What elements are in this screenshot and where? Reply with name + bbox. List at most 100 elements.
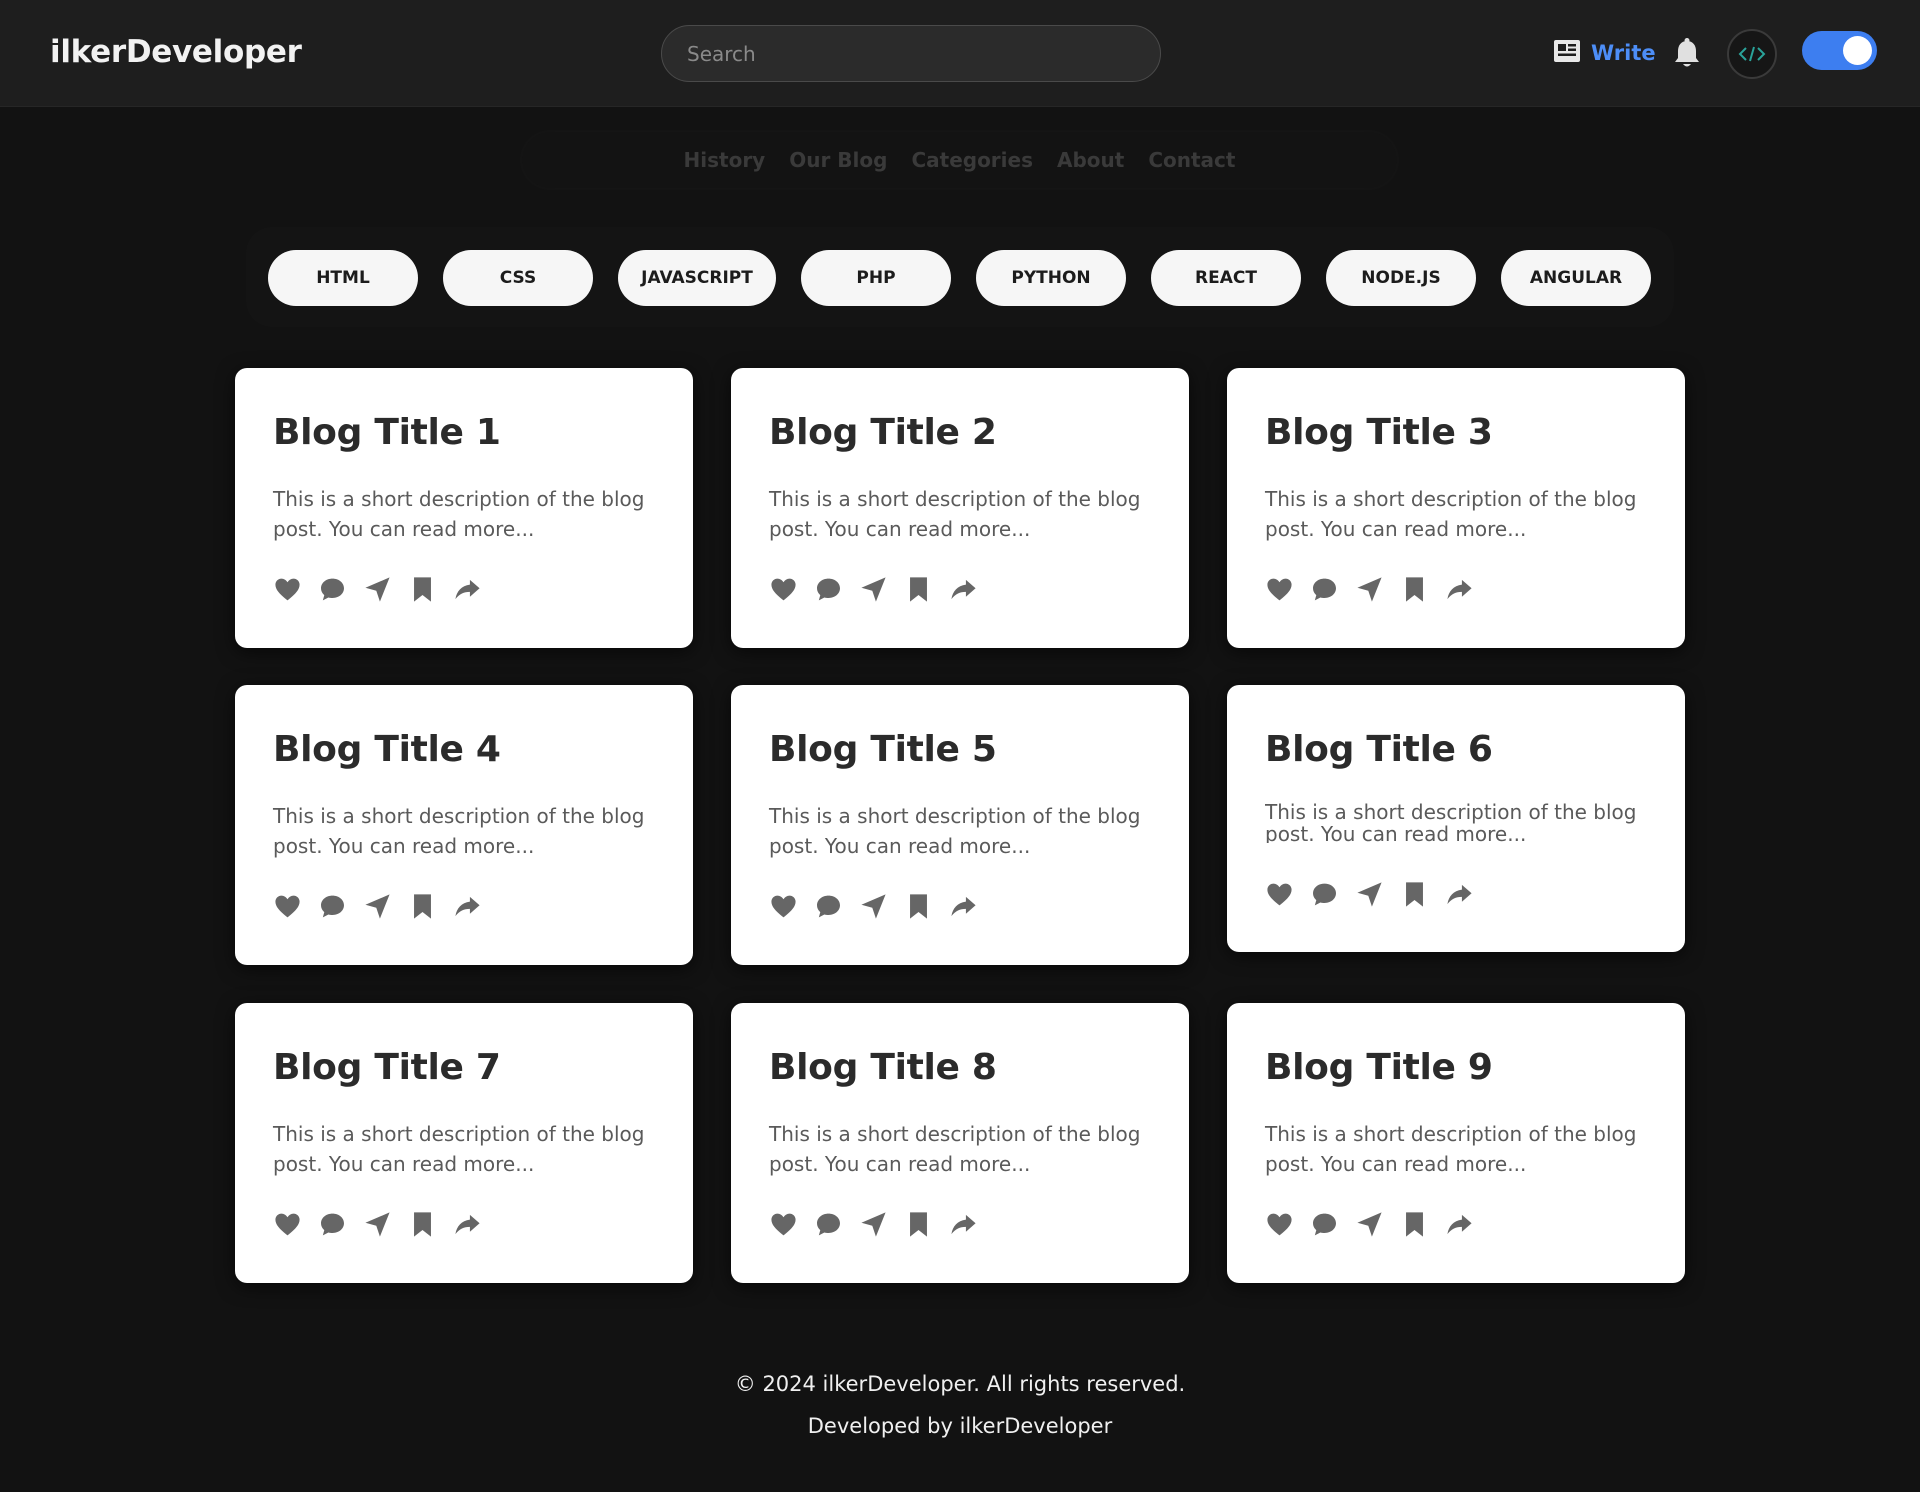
card-actions [1265, 878, 1474, 910]
heart-icon[interactable] [1265, 1210, 1294, 1239]
card-actions [769, 1208, 978, 1240]
send-icon[interactable] [363, 575, 392, 604]
theme-toggle[interactable] [1802, 31, 1877, 70]
bookmark-icon[interactable] [904, 575, 933, 604]
tag-javascript[interactable]: JAVASCRIPT [618, 250, 776, 306]
write-label: Write [1591, 41, 1656, 65]
comment-icon[interactable] [814, 575, 843, 604]
card-title[interactable]: Blog Title 1 [273, 412, 501, 453]
tag-html[interactable]: HTML [268, 250, 418, 306]
newspaper-icon [1554, 40, 1580, 66]
send-icon[interactable] [859, 1210, 888, 1239]
card-description: This is a short description of the blog … [273, 487, 645, 541]
comment-icon[interactable] [318, 892, 347, 921]
heart-icon[interactable] [1265, 575, 1294, 604]
share-icon[interactable] [949, 892, 978, 921]
heart-icon[interactable] [273, 575, 302, 604]
bookmark-icon[interactable] [904, 1210, 933, 1239]
avatar[interactable] [1727, 29, 1777, 79]
code-icon [1738, 46, 1766, 62]
footer-credit: Developed by ilkerDeveloper [807, 1414, 1113, 1438]
bookmark-icon[interactable] [1400, 575, 1429, 604]
card-title[interactable]: Blog Title 8 [769, 1047, 997, 1088]
blog-card[interactable]: Blog Title 1 This is a short description… [235, 368, 693, 648]
tag-nodejs[interactable]: NODE.JS [1326, 250, 1476, 306]
card-description: This is a short description of the blog … [769, 804, 1141, 858]
bookmark-icon[interactable] [408, 575, 437, 604]
card-title[interactable]: Blog Title 9 [1265, 1047, 1493, 1088]
card-actions [769, 890, 978, 922]
card-description: This is a short description of the blog … [273, 804, 645, 858]
heart-icon[interactable] [769, 575, 798, 604]
blog-card[interactable]: Blog Title 8 This is a short description… [731, 1003, 1189, 1283]
share-icon[interactable] [1445, 880, 1474, 909]
tag-css[interactable]: CSS [443, 250, 593, 306]
card-description: This is a short description of the blog … [1265, 1122, 1637, 1176]
tag-react[interactable]: REACT [1151, 250, 1301, 306]
nav-item-history[interactable]: History [684, 148, 766, 172]
card-title[interactable]: Blog Title 3 [1265, 412, 1493, 453]
send-icon[interactable] [363, 1210, 392, 1239]
card-title[interactable]: Blog Title 2 [769, 412, 997, 453]
write-button[interactable]: Write [1554, 38, 1656, 68]
blog-card[interactable]: Blog Title 9 This is a short description… [1227, 1003, 1685, 1283]
nav-item-our-blog[interactable]: Our Blog [789, 148, 887, 172]
heart-icon[interactable] [1265, 880, 1294, 909]
search-box[interactable] [661, 25, 1161, 82]
blog-card[interactable]: Blog Title 6 This is a short description… [1227, 685, 1685, 952]
nav-item-about[interactable]: About [1057, 148, 1124, 172]
comment-icon[interactable] [814, 892, 843, 921]
share-icon[interactable] [949, 1210, 978, 1239]
comment-icon[interactable] [318, 575, 347, 604]
bookmark-icon[interactable] [408, 892, 437, 921]
share-icon[interactable] [453, 575, 482, 604]
site-logo[interactable]: ilkerDeveloper [50, 34, 302, 70]
heart-icon[interactable] [769, 892, 798, 921]
comment-icon[interactable] [318, 1210, 347, 1239]
bookmark-icon[interactable] [1400, 1210, 1429, 1239]
card-title[interactable]: Blog Title 4 [273, 729, 501, 770]
comment-icon[interactable] [814, 1210, 843, 1239]
heart-icon[interactable] [769, 1210, 798, 1239]
bookmark-icon[interactable] [408, 1210, 437, 1239]
card-title[interactable]: Blog Title 7 [273, 1047, 501, 1088]
share-icon[interactable] [1445, 575, 1474, 604]
blog-card[interactable]: Blog Title 4 This is a short description… [235, 685, 693, 965]
card-description: This is a short description of the blog … [769, 487, 1141, 541]
share-icon[interactable] [1445, 1210, 1474, 1239]
card-title[interactable]: Blog Title 5 [769, 729, 997, 770]
tag-php[interactable]: PHP [801, 250, 951, 306]
card-description: This is a short description of the blog … [273, 1122, 645, 1176]
send-icon[interactable] [859, 892, 888, 921]
send-icon[interactable] [363, 892, 392, 921]
nav-item-contact[interactable]: Contact [1148, 148, 1235, 172]
share-icon[interactable] [453, 1210, 482, 1239]
comment-icon[interactable] [1310, 880, 1339, 909]
send-icon[interactable] [1355, 575, 1384, 604]
heart-icon[interactable] [273, 892, 302, 921]
bell-icon[interactable] [1672, 37, 1702, 69]
send-icon[interactable] [1355, 880, 1384, 909]
search-input[interactable] [662, 26, 1160, 81]
blog-card[interactable]: Blog Title 3 This is a short description… [1227, 368, 1685, 648]
card-actions [769, 573, 978, 605]
blog-card[interactable]: Blog Title 5 This is a short description… [731, 685, 1189, 965]
footer-copyright: © 2024 ilkerDeveloper. All rights reserv… [734, 1372, 1186, 1396]
share-icon[interactable] [949, 575, 978, 604]
send-icon[interactable] [1355, 1210, 1384, 1239]
tag-python[interactable]: PYTHON [976, 250, 1126, 306]
nav-item-categories[interactable]: Categories [911, 148, 1033, 172]
card-actions [1265, 1208, 1474, 1240]
blog-card[interactable]: Blog Title 7 This is a short description… [235, 1003, 693, 1283]
bookmark-icon[interactable] [904, 892, 933, 921]
blog-card[interactable]: Blog Title 2 This is a short description… [731, 368, 1189, 648]
card-title[interactable]: Blog Title 6 [1265, 729, 1493, 770]
comment-icon[interactable] [1310, 575, 1339, 604]
share-icon[interactable] [453, 892, 482, 921]
card-description: This is a short description of the blog … [769, 1122, 1141, 1176]
heart-icon[interactable] [273, 1210, 302, 1239]
send-icon[interactable] [859, 575, 888, 604]
bookmark-icon[interactable] [1400, 880, 1429, 909]
comment-icon[interactable] [1310, 1210, 1339, 1239]
tag-angular[interactable]: ANGULAR [1501, 250, 1651, 306]
